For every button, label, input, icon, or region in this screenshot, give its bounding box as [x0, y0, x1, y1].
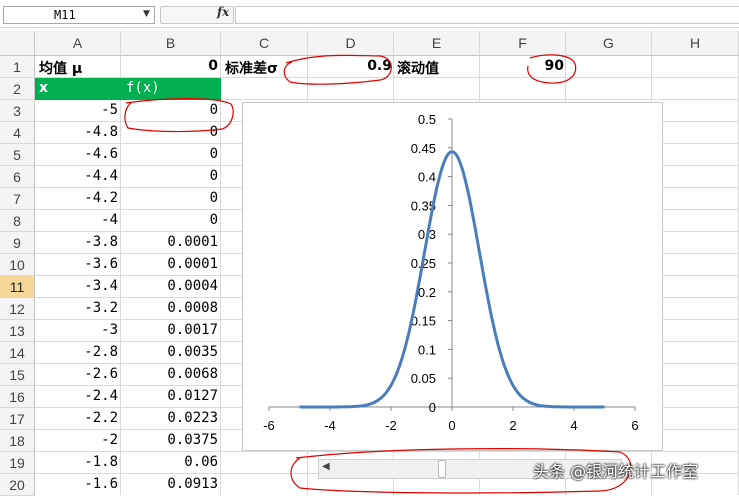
- annotation-circle-scroll-value: [527, 54, 577, 84]
- annotation-circle-sd: [283, 54, 392, 85]
- red-annotations: [124, 54, 632, 494]
- watermark: 头条 @银河统计工作室: [533, 462, 699, 481]
- annotation-circle-b3: [124, 98, 234, 133]
